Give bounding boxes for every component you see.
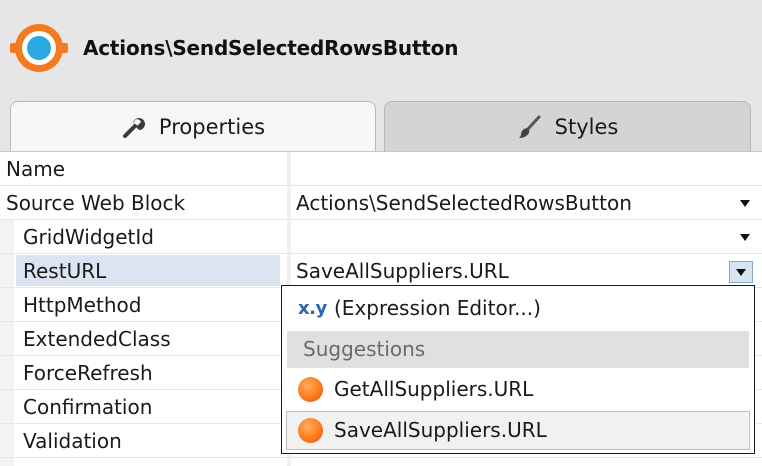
suggestion-label: GetAllSuppliers.URL bbox=[334, 377, 534, 401]
dropdown-button[interactable] bbox=[729, 261, 753, 283]
brush-icon bbox=[518, 115, 541, 138]
row-separator bbox=[0, 457, 762, 458]
tab-styles[interactable]: Styles bbox=[384, 101, 751, 151]
tab-properties[interactable]: Properties bbox=[10, 101, 376, 151]
property-name: ExtendedClass bbox=[23, 327, 171, 351]
suggestion-item-selected[interactable]: SaveAllSuppliers.URL bbox=[286, 411, 750, 450]
orange-dot-icon bbox=[298, 377, 323, 402]
chevron-down-icon bbox=[736, 269, 746, 276]
property-name: Name bbox=[6, 157, 66, 181]
expression-icon: x.y bbox=[298, 298, 327, 319]
wrench-icon bbox=[122, 117, 145, 138]
property-name: Validation bbox=[23, 429, 122, 453]
property-name: Confirmation bbox=[23, 395, 153, 419]
property-name: GridWidgetId bbox=[23, 225, 154, 249]
tab-styles-label: Styles bbox=[554, 114, 619, 139]
tab-properties-label: Properties bbox=[158, 114, 266, 139]
expression-editor-item[interactable]: x.y (Expression Editor...) bbox=[286, 289, 750, 328]
expression-editor-label: (Expression Editor...) bbox=[334, 296, 541, 320]
property-name: RestURL bbox=[23, 259, 107, 283]
property-value[interactable]: SaveAllSuppliers.URL bbox=[296, 254, 509, 287]
property-row-gridwidgetid[interactable]: GridWidgetId bbox=[0, 220, 762, 254]
suggestions-header: Suggestions bbox=[287, 331, 749, 368]
property-row-source-web-block[interactable]: Source Web Block Actions\SendSelectedRow… bbox=[0, 186, 762, 220]
orange-dot-icon bbox=[298, 418, 323, 443]
suggestion-label: SaveAllSuppliers.URL bbox=[334, 418, 547, 442]
property-row-name[interactable]: Name bbox=[0, 152, 762, 186]
resturl-dropdown-popup: x.y (Expression Editor...) Suggestions G… bbox=[281, 285, 755, 454]
header-title: Actions\SendSelectedRowsButton bbox=[83, 36, 459, 60]
property-name: Source Web Block bbox=[6, 191, 186, 215]
header: Actions\SendSelectedRowsButton bbox=[0, 0, 762, 97]
web-block-icon bbox=[10, 24, 68, 72]
suggestion-item[interactable]: GetAllSuppliers.URL bbox=[286, 370, 750, 409]
property-name: ForceRefresh bbox=[23, 361, 153, 385]
chevron-down-icon[interactable] bbox=[740, 200, 750, 207]
chevron-down-icon[interactable] bbox=[740, 234, 750, 241]
property-name: HttpMethod bbox=[23, 293, 142, 317]
property-row-resturl[interactable]: RestURL SaveAllSuppliers.URL bbox=[0, 254, 762, 288]
property-value[interactable]: Actions\SendSelectedRowsButton bbox=[296, 186, 632, 219]
